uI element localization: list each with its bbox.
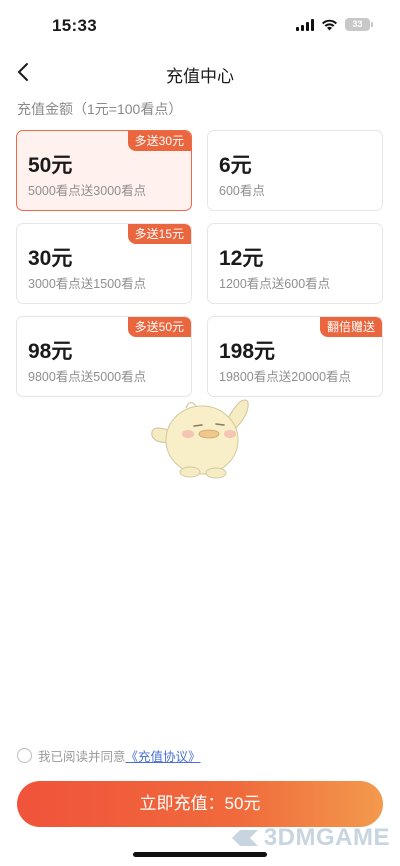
agreement-text: 我已阅读并同意 xyxy=(38,750,126,764)
home-indicator xyxy=(133,852,267,857)
bonus-badge: 翻倍赠送 xyxy=(319,317,382,337)
agreement-row: 我已阅读并同意 《充值协议》 xyxy=(17,746,201,765)
option-amount: 6元 xyxy=(219,154,252,177)
option-description: 19800看点送20000看点 xyxy=(219,370,352,384)
watermark: 3DMGAME xyxy=(230,824,390,852)
nav-bar: 充值中心 xyxy=(0,54,400,92)
recharge-option-card[interactable]: 30元 3000看点送1500看点 多送15元 xyxy=(16,223,192,304)
option-amount: 98元 xyxy=(28,340,73,363)
status-time: 15:33 xyxy=(52,16,97,35)
option-description: 5000看点送3000看点 xyxy=(28,184,147,198)
recharge-now-button[interactable]: 立即充值：50元 xyxy=(17,781,383,827)
option-description: 9800看点送5000看点 xyxy=(28,370,147,384)
option-amount: 30元 xyxy=(28,247,73,270)
mascot-illustration xyxy=(151,399,249,479)
option-amount: 12元 xyxy=(219,247,264,270)
status-icons: 33 xyxy=(296,18,373,31)
watermark-logo-icon xyxy=(231,830,258,846)
recharge-agreement-link[interactable]: 《充值协议》 xyxy=(126,746,201,765)
recharge-options-grid: 50元 5000看点送3000看点 多送30元 6元 600看点 30元 300… xyxy=(16,130,384,397)
option-description: 3000看点送1500看点 xyxy=(28,277,147,291)
recharge-option-card[interactable]: 6元 600看点 xyxy=(207,130,383,211)
recharge-option-card[interactable]: 198元 19800看点送20000看点 翻倍赠送 xyxy=(207,316,383,397)
cellular-signal-icon xyxy=(296,18,314,31)
section-title: 充值金额（1元=100看点） xyxy=(17,101,183,117)
bonus-badge: 多送15元 xyxy=(127,224,191,244)
recharge-option-card[interactable]: 50元 5000看点送3000看点 多送30元 xyxy=(16,130,192,211)
option-amount: 198元 xyxy=(219,340,276,363)
page-title: 充值中心 xyxy=(166,67,234,86)
status-bar: 15:33 33 xyxy=(0,0,400,54)
watermark-text: 3DMGAME xyxy=(263,824,390,851)
option-description: 1200看点送600看点 xyxy=(219,277,331,291)
wifi-icon xyxy=(322,19,337,30)
option-description: 600看点 xyxy=(219,184,265,198)
recharge-option-card[interactable]: 12元 1200看点送600看点 xyxy=(207,223,383,304)
bonus-badge: 多送50元 xyxy=(127,317,191,337)
bonus-badge: 多送30元 xyxy=(127,131,191,151)
battery-icon: 33 xyxy=(345,18,373,31)
option-amount: 50元 xyxy=(28,154,73,177)
agreement-checkbox[interactable] xyxy=(17,748,32,763)
recharge-option-card[interactable]: 98元 9800看点送5000看点 多送50元 xyxy=(16,316,192,397)
